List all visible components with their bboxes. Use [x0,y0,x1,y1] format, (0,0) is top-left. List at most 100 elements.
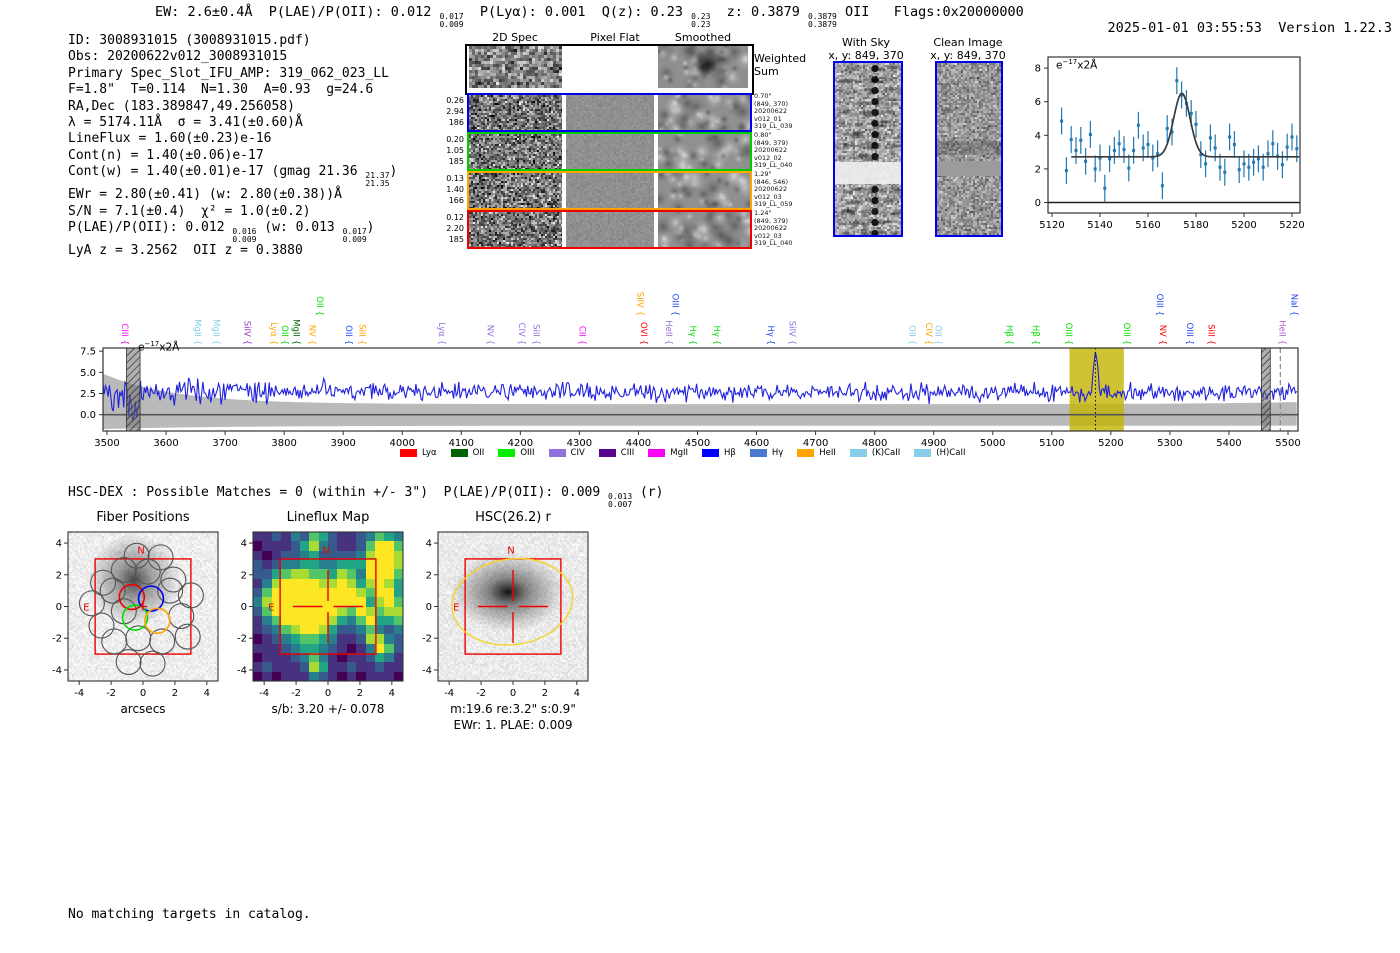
fit-data-point [1232,143,1236,147]
row-0-pixel-flat [566,95,654,130]
info-4-text-0: RA,Dec (183.389847,49.256058) [68,98,295,114]
fit-data-point [1084,159,1088,163]
footer-line-1: No matching targets in catalog. [68,907,311,922]
fit-data-point [1146,143,1150,147]
fiber-circle [134,558,161,585]
row-3-weights: 0.12 2.20 185 [432,212,464,245]
header-sub: 0.009 [439,19,464,29]
fit-data-point [1127,166,1131,170]
lineflux-ytick-label: 2 [241,570,247,581]
fit-data-point [1256,157,1260,161]
line-label-OII: OII { [314,296,324,316]
lineflux-title: Lineflux Map [287,510,370,525]
fiber-row-1 [467,132,752,171]
legend-label-Lyα: Lyα [422,448,437,458]
fit-data-point [1237,168,1241,172]
weighted-smoothed [658,46,748,88]
line-label-OVI: OVI { [638,322,648,345]
info-9-text-0: EWr = 2.80(±0.41) (w: 2.80(±0.38))Å [68,187,342,203]
header-text-4: z: 0.3879 [710,4,808,20]
info-line-3: F=1.8" T=0.114 N=1.30 A=0.93 g=24.6 [68,82,397,98]
hsc-xtick-label: -2 [476,688,486,699]
row-2-2d-spec [469,173,562,208]
spectrum-xtick-label: 5500 [1275,438,1300,449]
row-3-pixel-flat [566,212,654,247]
row-0-ann-4: 319_LL_039 [754,122,793,131]
line-label-NaI: NaI { [1289,294,1299,316]
hsc-compass-north: N [507,545,514,556]
fiber-xtick-label: -2 [106,688,116,699]
fiber-xlabel: arcsecs [120,702,165,716]
fit-xtick-label: 5200 [1231,220,1256,231]
info-8-sub: 21.35 [365,178,390,188]
lineflux-xtick-label: -4 [259,688,269,699]
row-1-weight-0: 0.20 [446,135,464,144]
fit-ytick-label: 6 [1035,97,1041,108]
fit-data-point [1242,162,1246,166]
info-7-text-0: Cont(n) = 1.40(±0.06)e-17 [68,147,264,163]
fiber-circle [147,544,174,571]
row-3-weight-2: 185 [448,235,464,244]
info-11-text-0: P(LAE)/P(OII): 0.012 [68,220,233,236]
header-datetime-version: 2025-01-01 03:55:53 Version 1.22.3 [1075,4,1393,52]
line-label-SiIV: SiIV { [634,292,644,316]
info-11-text-4: ) [366,220,375,236]
fiber-row-2 [467,171,752,210]
legend-label-(H)CaII: (H)CaII [936,448,966,458]
fit-xtick-label: 5160 [1135,220,1160,231]
line-label-SiII: SiII { [530,324,540,345]
row-0-weights: 0.26 2.94 186 [432,95,464,128]
col-title-smoothed: Smoothed [674,31,732,44]
fiber-row-3 [467,210,752,249]
fit-xtick-label: 5120 [1039,220,1064,231]
info-line-9: EWr = 2.80(±0.41) (w: 2.80(±0.38))Å [68,187,397,203]
fit-xtick-label: 5220 [1279,220,1304,231]
legend-swatch-CIV [548,449,566,457]
fiber-xtick-label: -4 [74,688,84,699]
row-3-smoothed [658,212,750,247]
fiber-xtick-label: 2 [172,688,178,699]
info-line-2: Primary Spec_Slot_IFU_AMP: 319_062_023_L… [68,66,397,82]
row-0-smoothed [658,95,750,130]
fit-data-point [1285,145,1289,149]
spectrum-ytick-label: 5.0 [80,368,96,379]
legend-item-Hβ: Hβ [702,448,736,458]
fiber-ytick-label: 4 [56,539,62,550]
spectrum-ytick-label: 0.0 [80,410,96,421]
row-3-weight-1: 2.20 [446,224,464,233]
fit-data-point [1074,148,1078,152]
row-1-2d-spec [469,134,562,169]
row-0-weight-1: 2.94 [446,107,464,116]
fiber-ytick-label: 2 [56,570,62,581]
row-3-annotation: 1.24" (849, 379) 20200622 v012_03 319_LL_040 [754,209,793,248]
fiber-row-0 [467,93,752,132]
header-frac-3: 0.23 0.23 [691,13,710,28]
fit-data-point [1112,148,1116,152]
line-label-SiIV: SiIV { [787,321,797,345]
row-2-weight-2: 166 [448,196,464,205]
fiber-ytick-label: -4 [52,665,62,676]
clean-image-title: Clean Image x, y: 849, 370 [922,36,1014,62]
legend-swatch-Hγ [749,449,767,457]
row-2-annotation: 1.29" (846, 546) 20200622 v012_03 319_LL_059 [754,170,793,209]
fit-data-point [1204,162,1208,166]
line-label-CII: CII { [576,326,586,345]
info-11-text-2: (w: 0.013 [256,220,343,236]
lineflux-compass-east: E [268,603,274,614]
row-3-weight-0: 0.12 [446,213,464,222]
weighted-sum-strip [465,44,754,95]
info-line-1: Obs: 20200622v012_3008931015 [68,49,397,65]
fit-data-point [1266,152,1270,156]
line-label-SiIV: SiIV { [242,321,252,345]
fit-data-point [1261,165,1265,169]
info-1-text-0: Obs: 20200622v012_3008931015 [68,49,288,65]
line-label-Hβ: Hβ { [1003,325,1013,345]
legend-item-Hγ: Hγ [749,448,783,458]
lineflux-xlabel: s/b: 3.20 +/- 0.078 [272,702,385,716]
hsc-ytick-label: -4 [422,665,432,676]
info-8-text-0: Cont(w) = 1.40(±0.01)e-17 (gmag 21.36 [68,164,366,180]
fiber-compass-east: E [83,603,89,614]
row-3-2d-spec [469,212,562,247]
line-label-CIV: CIV { [516,323,526,345]
row-1-weights: 0.20 1.05 185 [432,134,464,167]
